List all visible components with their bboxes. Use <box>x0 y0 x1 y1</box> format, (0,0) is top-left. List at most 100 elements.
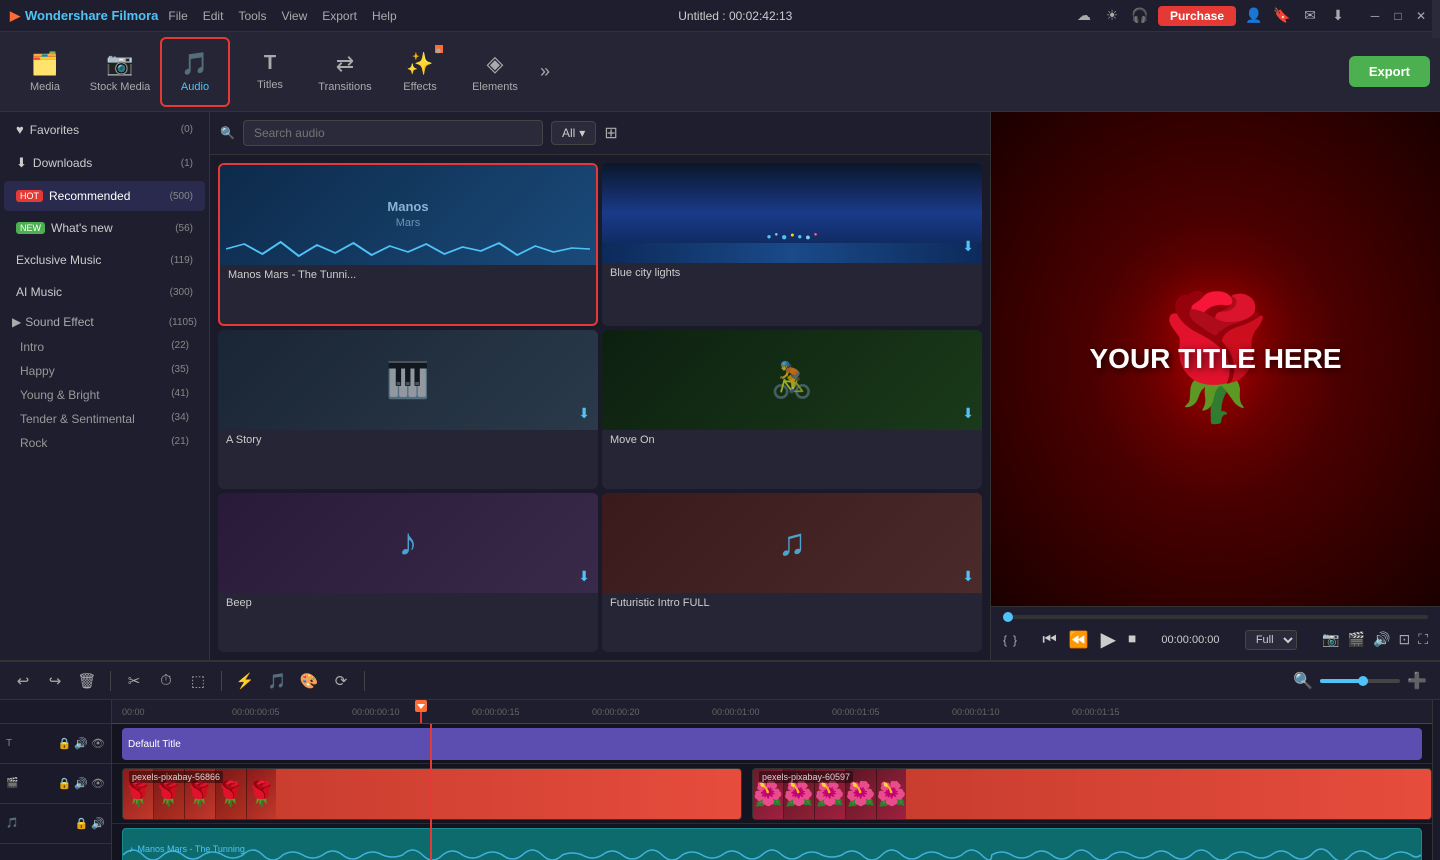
audio-search-bar: 🔍 All ▾ ⊞ <box>210 112 990 155</box>
redo-button[interactable]: ↪ <box>42 668 68 694</box>
audio-card-move-on[interactable]: 🚴 ⬇ Move On <box>602 330 982 489</box>
sidebar-item-young-bright[interactable]: Young & Bright (41) <box>0 383 209 407</box>
toolbar-media[interactable]: 🗂️ Media <box>10 37 80 107</box>
menu-edit[interactable]: Edit <box>203 9 224 23</box>
video1-lock-icon[interactable]: 🔒 <box>58 777 72 790</box>
zoom-bar[interactable] <box>1320 679 1400 683</box>
quality-select[interactable]: Full <box>1245 630 1297 650</box>
toolbar-effects[interactable]: ✨ Effects ● <box>385 37 455 107</box>
clip2-filename: pexels-pixabay-60597 <box>759 771 853 783</box>
aspect-ratio-button[interactable]: ⊡ <box>1398 631 1410 648</box>
screenshot-button[interactable]: 📷 <box>1322 631 1339 648</box>
play-button[interactable]: ▶ <box>1101 627 1116 652</box>
menu-tools[interactable]: Tools <box>238 9 266 23</box>
close-button[interactable]: ✕ <box>1412 7 1430 25</box>
title-track: Default Title <box>112 724 1432 764</box>
export-button[interactable]: Export <box>1349 56 1430 87</box>
zoom-in-button[interactable]: ➕ <box>1404 668 1430 694</box>
sidebar-item-happy[interactable]: Happy (35) <box>0 359 209 383</box>
bracket-close-icon[interactable]: } <box>1013 633 1017 647</box>
video-clip-2[interactable]: 🌺 🌺 🌺 🌺 🌺 pexels-pixabay-60597 <box>752 768 1432 820</box>
preview-actions: 📷 🎬 🔊 ⊡ ⛶ <box>1322 631 1428 648</box>
menu-help[interactable]: Help <box>372 9 397 23</box>
title-lock-icon[interactable]: 🔒 <box>58 737 72 750</box>
cloud-icon[interactable]: ☁ <box>1074 6 1094 26</box>
purchase-button[interactable]: Purchase <box>1158 6 1236 26</box>
volume-button[interactable]: 🔊 <box>1373 631 1390 648</box>
sidebar-item-tender[interactable]: Tender & Sentimental (34) <box>0 407 209 431</box>
sidebar-item-recommended[interactable]: HOT Recommended (500) <box>4 181 205 211</box>
main-toolbar: 🗂️ Media 📷 Stock Media 🎵 Audio T Titles … <box>0 32 1440 112</box>
stabilize-button[interactable]: ⟳ <box>328 668 354 694</box>
filter-dropdown[interactable]: All ▾ <box>551 121 596 145</box>
timeline-scrollbar[interactable] <box>1432 700 1440 860</box>
ruler-5: 00:00:00:05 <box>232 707 280 717</box>
grid-view-icon[interactable]: ⊞ <box>604 123 617 143</box>
skip-back-button[interactable]: ⏮ <box>1042 631 1056 649</box>
crop-button[interactable]: ⬚ <box>185 668 211 694</box>
toolbar-titles[interactable]: T Titles <box>235 37 305 107</box>
audio-card-futuristic[interactable]: ♫ ⬇ Futuristic Intro FULL <box>602 493 982 652</box>
speed-button[interactable]: ⏱ <box>153 668 179 694</box>
sidebar-item-whats-new[interactable]: NEW What's new (56) <box>4 213 205 243</box>
bracket-open-icon[interactable]: { <box>1003 633 1007 647</box>
toolbar-audio[interactable]: 🎵 Audio <box>160 37 230 107</box>
sidebar-item-favorites[interactable]: ♥ Favorites (0) <box>4 114 205 145</box>
toolbar-stock-media[interactable]: 📷 Stock Media <box>85 37 155 107</box>
fullscreen-button[interactable]: ⛶ <box>1418 631 1428 648</box>
audio-card-a-story[interactable]: 🎹 ⬇ A Story <box>218 330 598 489</box>
bookmark-icon[interactable]: 🔖 <box>1272 6 1292 26</box>
audio-mute-icon[interactable]: 🔊 <box>91 817 105 830</box>
sidebar-item-exclusive[interactable]: Exclusive Music (119) <box>4 245 205 275</box>
zoom-out-button[interactable]: 🔍 <box>1290 668 1316 694</box>
title-clip[interactable]: Default Title <box>122 728 1422 760</box>
toolbar-expand-button[interactable]: » <box>540 61 550 82</box>
video1-eye-icon[interactable]: 👁 <box>91 777 105 790</box>
video1-mute-icon[interactable]: 🔊 <box>74 777 88 790</box>
cut-button[interactable]: ✂ <box>121 668 147 694</box>
title-mute-icon[interactable]: 🔊 <box>74 737 88 750</box>
menu-file[interactable]: File <box>168 9 187 23</box>
audio-card-blue-city[interactable]: ● ● ● ● ● ● ● ⬇ Blue city lights <box>602 163 982 326</box>
filter-label: All <box>562 126 575 140</box>
sidebar-item-downloads[interactable]: ⬇ Downloads (1) <box>4 147 205 179</box>
undo-button[interactable]: ↩ <box>10 668 36 694</box>
sun-icon[interactable]: ☀ <box>1102 6 1122 26</box>
toolbar-transitions[interactable]: ⇄ Transitions <box>310 37 380 107</box>
playback-controls: { } ⏮ ⏪ ▶ ⏹ 00:00:00:00 Full 📷 🎬 🔊 <box>1003 627 1428 652</box>
menu-export[interactable]: Export <box>322 9 357 23</box>
recommended-count: (500) <box>170 191 193 202</box>
minimize-button[interactable]: ─ <box>1366 7 1384 25</box>
headset-icon[interactable]: 🎧 <box>1130 6 1150 26</box>
video-clip-1[interactable]: 🌹 🌹 🌹 🌹 🌹 pexels-pixabay-56866 <box>122 768 742 820</box>
preview-progress-bar[interactable] <box>1003 615 1428 619</box>
audio-card-manos-mars[interactable]: Manos Mars Manos Mars - The Tunni... <box>218 163 598 326</box>
delete-button[interactable]: 🗑 <box>74 668 100 694</box>
download-icon[interactable]: ⬇ <box>1328 6 1348 26</box>
search-input[interactable] <box>243 120 543 146</box>
sidebar-item-ai-music[interactable]: AI Music (300) <box>4 277 205 307</box>
audio-clip[interactable]: ♪ Manos Mars - The Tunning <box>122 828 1422 860</box>
mail-icon[interactable]: ✉ <box>1300 6 1320 26</box>
user-icon[interactable]: 👤 <box>1244 6 1264 26</box>
stop-button[interactable]: ⏹ <box>1128 631 1136 649</box>
step-back-button[interactable]: ⏪ <box>1069 630 1089 650</box>
maximize-button[interactable]: □ <box>1389 7 1407 25</box>
sidebar-item-rock[interactable]: Rock (21) <box>0 431 209 455</box>
audio-card-beep[interactable]: ♪ ⬇ Beep <box>218 493 598 652</box>
beep-note-icon: ♪ <box>399 522 418 565</box>
sidebar-item-intro[interactable]: Intro (22) <box>0 335 209 359</box>
timeline-scrollbar-handle[interactable] <box>1432 0 1440 38</box>
preview-video[interactable]: 🌹 YOUR TITLE HERE <box>991 112 1440 606</box>
color-button[interactable]: 🎨 <box>296 668 322 694</box>
zoom-dot[interactable] <box>1358 676 1368 686</box>
split-button[interactable]: ⚡ <box>232 668 258 694</box>
sidebar-item-sound-effect[interactable]: ▶ Sound Effect (1105) <box>0 309 209 335</box>
sound-effect-count: (1105) <box>169 317 197 328</box>
audio-button[interactable]: 🎵 <box>264 668 290 694</box>
menu-view[interactable]: View <box>281 9 307 23</box>
camera-button[interactable]: 🎬 <box>1348 631 1365 648</box>
title-eye-icon[interactable]: 👁 <box>91 737 105 750</box>
toolbar-elements[interactable]: ◈ Elements <box>460 37 530 107</box>
audio-lock-icon[interactable]: 🔒 <box>75 817 89 830</box>
